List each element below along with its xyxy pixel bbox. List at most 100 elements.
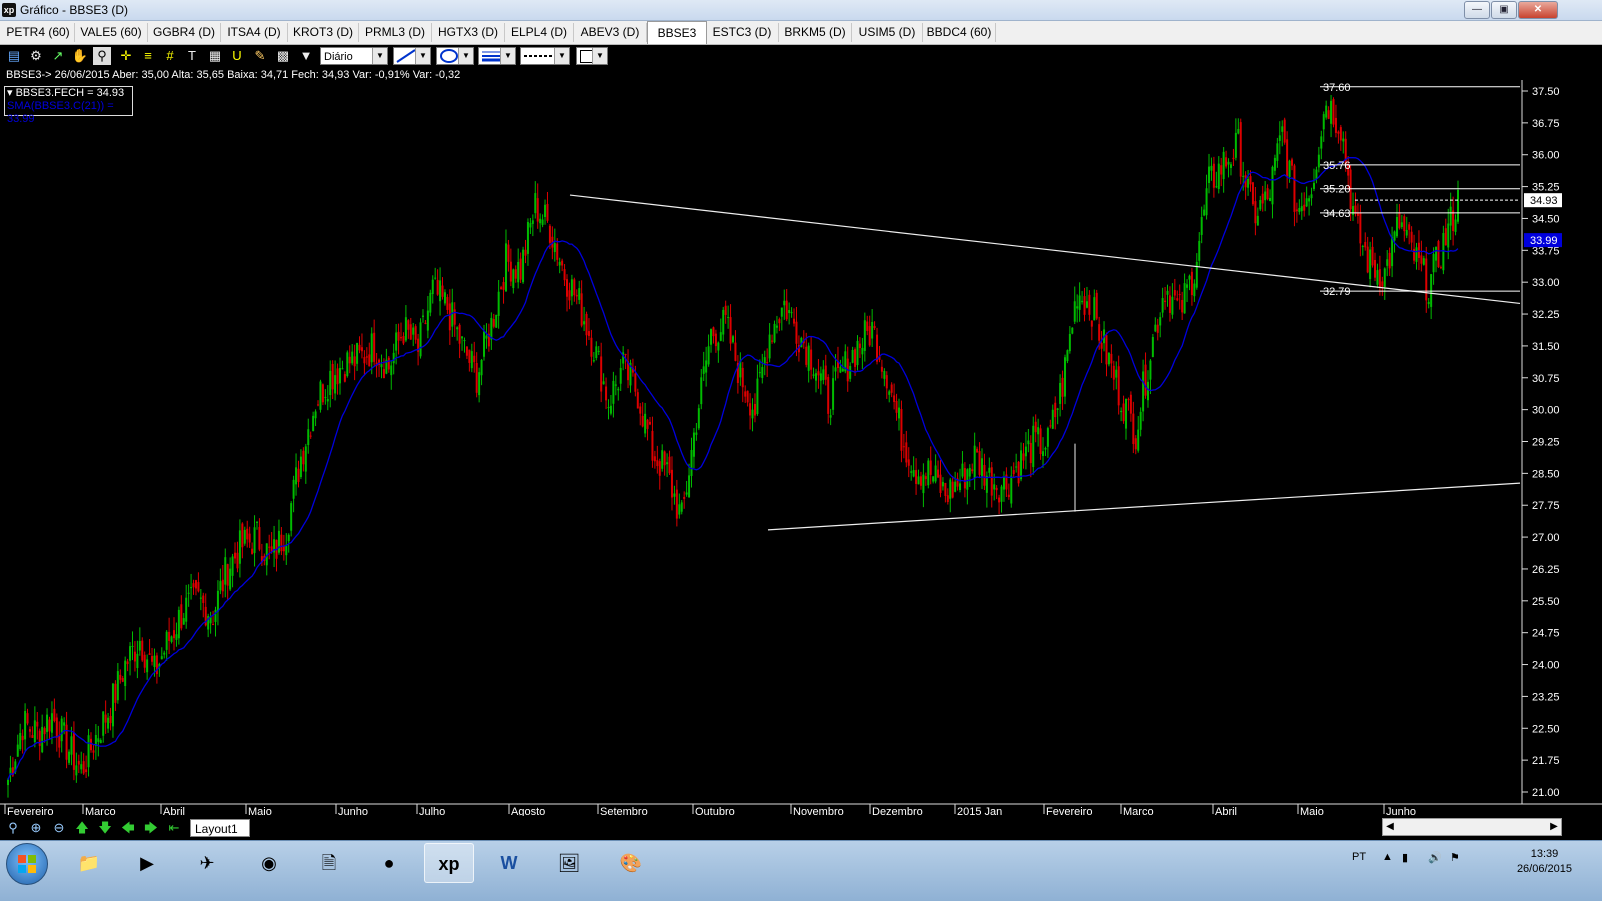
y-tick-label: 25.50 bbox=[1532, 596, 1560, 608]
tab-prml3-d[interactable]: PRML3 (D) bbox=[359, 23, 432, 42]
candle-body bbox=[534, 193, 537, 214]
file-explorer-icon[interactable]: 📁 bbox=[64, 843, 114, 883]
tab-vale5-60[interactable]: VALE5 (60) bbox=[75, 23, 148, 42]
hand-icon[interactable]: ✋ bbox=[71, 47, 89, 65]
color-select[interactable]: ▼ bbox=[576, 47, 608, 65]
line-width-select[interactable]: ▼ bbox=[478, 47, 516, 65]
text-icon[interactable]: T bbox=[183, 47, 201, 65]
magnet-icon[interactable]: U bbox=[228, 47, 246, 65]
candle-body bbox=[280, 534, 283, 552]
system-clock[interactable]: 13:39 26/06/2015 bbox=[1517, 847, 1572, 877]
start-button[interactable] bbox=[6, 843, 48, 885]
tab-petr4-60[interactable]: PETR4 (60) bbox=[2, 23, 75, 42]
candle-body bbox=[883, 370, 886, 379]
network-app-icon[interactable]: ✈ bbox=[182, 843, 232, 883]
paint-icon[interactable]: 🎨 bbox=[606, 843, 656, 883]
scanner-app-icon[interactable]: 🗎 bbox=[304, 843, 354, 883]
go-start-icon[interactable]: ⇤ bbox=[165, 819, 183, 837]
arrow-up-icon[interactable]: 🡅 bbox=[73, 819, 91, 837]
candle-body bbox=[858, 343, 861, 349]
tab-estc3-d[interactable]: ESTC3 (D) bbox=[706, 23, 779, 42]
period-select[interactable]: Diário ▼ bbox=[320, 47, 388, 65]
candle-body bbox=[1063, 357, 1066, 397]
calculator-icon[interactable]: ▦ bbox=[206, 47, 224, 65]
tab-bbdc4-60[interactable]: BBDC4 (60) bbox=[923, 23, 996, 42]
tab-brkm5-d[interactable]: BRKM5 (D) bbox=[779, 23, 852, 42]
candle-body bbox=[343, 374, 346, 382]
zoom-icon[interactable]: ⚲ bbox=[4, 819, 22, 837]
crosshair-icon[interactable]: ✛ bbox=[117, 47, 135, 65]
action-center-icon[interactable]: ⚑ bbox=[1450, 851, 1460, 864]
trendline-icon[interactable]: ↗ bbox=[49, 47, 67, 65]
maximize-button[interactable]: ▣ bbox=[1491, 1, 1517, 19]
tab-bbse3-d[interactable]: BBSE3 (D) bbox=[647, 21, 707, 62]
candle-body bbox=[583, 321, 586, 325]
signal-icon[interactable]: ▮ bbox=[1402, 851, 1408, 864]
tab-ggbr4-d[interactable]: GGBR4 (D) bbox=[148, 23, 221, 42]
candle-body bbox=[619, 367, 622, 384]
language-indicator[interactable]: PT bbox=[1352, 851, 1366, 863]
candle-body bbox=[851, 349, 854, 363]
tray-expand-icon[interactable]: ▲ bbox=[1382, 851, 1393, 863]
title-bar: xp Gráfico - BBSE3 (D) — ▣ ✕ bbox=[0, 0, 1602, 21]
candle-body bbox=[1334, 117, 1337, 133]
arrow-down-icon[interactable]: 🡇 bbox=[96, 819, 114, 837]
candle-body bbox=[1337, 131, 1340, 134]
volume-icon[interactable]: 🔊 bbox=[1428, 851, 1442, 864]
zoom-in-icon[interactable]: ⊕ bbox=[27, 819, 45, 837]
candle-body bbox=[1024, 446, 1027, 457]
tab-itsa4-d[interactable]: ITSA4 (D) bbox=[221, 23, 288, 42]
candle-body bbox=[514, 269, 517, 279]
candlestick-chart[interactable]: 37.5036.7536.0035.2534.5033.7533.0032.25… bbox=[0, 80, 1602, 816]
candle-body bbox=[287, 534, 290, 542]
filter-icon[interactable]: ▼ bbox=[297, 47, 315, 65]
media-player-icon[interactable]: ▶ bbox=[122, 843, 172, 883]
candle-body bbox=[1110, 353, 1113, 364]
tab-hgtx3-d[interactable]: HGTX3 (D) bbox=[432, 23, 505, 42]
arrow-right-icon[interactable]: 🡆 bbox=[142, 819, 160, 837]
grid-icon[interactable]: # bbox=[161, 47, 179, 65]
candle-body bbox=[172, 630, 175, 639]
shape-tool-select[interactable]: ▼ bbox=[436, 47, 474, 65]
tab-usim5-d[interactable]: USIM5 (D) bbox=[852, 23, 923, 42]
candle-body bbox=[1081, 300, 1084, 303]
tab-krot3-d[interactable]: KROT3 (D) bbox=[288, 23, 359, 42]
hp-icon[interactable]: ◉ bbox=[244, 843, 294, 883]
word-icon[interactable]: W bbox=[484, 843, 534, 883]
candle-body bbox=[1249, 176, 1252, 185]
candle-body bbox=[1454, 219, 1457, 232]
candle-body bbox=[1435, 246, 1438, 261]
candle-body bbox=[363, 357, 366, 364]
scroll-right-icon[interactable]: ▶ bbox=[1547, 819, 1561, 835]
line-style-select[interactable]: ▼ bbox=[520, 47, 570, 65]
candle-body bbox=[26, 713, 29, 724]
xp-trading-icon[interactable]: xp bbox=[424, 843, 474, 883]
candle-body bbox=[1215, 186, 1218, 188]
chrome-icon[interactable]: ● bbox=[364, 843, 414, 883]
chart-icon[interactable]: ▤ bbox=[5, 47, 23, 65]
x-tick-label: Novembro bbox=[793, 806, 844, 816]
tab-elpl4-d[interactable]: ELPL4 (D) bbox=[505, 23, 574, 42]
candle-body bbox=[1413, 248, 1416, 261]
candle-body bbox=[1261, 193, 1264, 204]
minimize-button[interactable]: — bbox=[1464, 1, 1490, 19]
clipboard-icon[interactable]: ▩ bbox=[274, 47, 292, 65]
candle-body bbox=[993, 484, 996, 490]
layout-tab[interactable]: Layout1 bbox=[190, 819, 250, 837]
arrow-left-icon[interactable]: 🡄 bbox=[119, 819, 137, 837]
candle-body bbox=[168, 631, 171, 641]
zoom-select-icon[interactable]: ⚲ bbox=[93, 47, 111, 65]
candle-body bbox=[436, 279, 439, 295]
scroll-left-icon[interactable]: ◀ bbox=[1383, 819, 1397, 835]
resistance-trendline bbox=[569, 194, 1521, 305]
line-tool-select[interactable]: ▼ bbox=[393, 47, 431, 65]
gear-icon[interactable]: ⚙ bbox=[27, 47, 45, 65]
tab-abev3-d[interactable]: ABEV3 (D) bbox=[574, 23, 647, 42]
zoom-out-icon[interactable]: ⊖ bbox=[50, 819, 68, 837]
close-button[interactable]: ✕ bbox=[1518, 1, 1558, 19]
horizontal-scrollbar[interactable]: ◀ ▶ bbox=[1382, 818, 1562, 836]
brush-icon[interactable]: ✎ bbox=[251, 47, 269, 65]
fibonacci-icon[interactable]: ≡ bbox=[139, 47, 157, 65]
candle-body bbox=[1369, 249, 1372, 280]
photo-viewer-icon[interactable]: 🖼 bbox=[544, 843, 594, 883]
